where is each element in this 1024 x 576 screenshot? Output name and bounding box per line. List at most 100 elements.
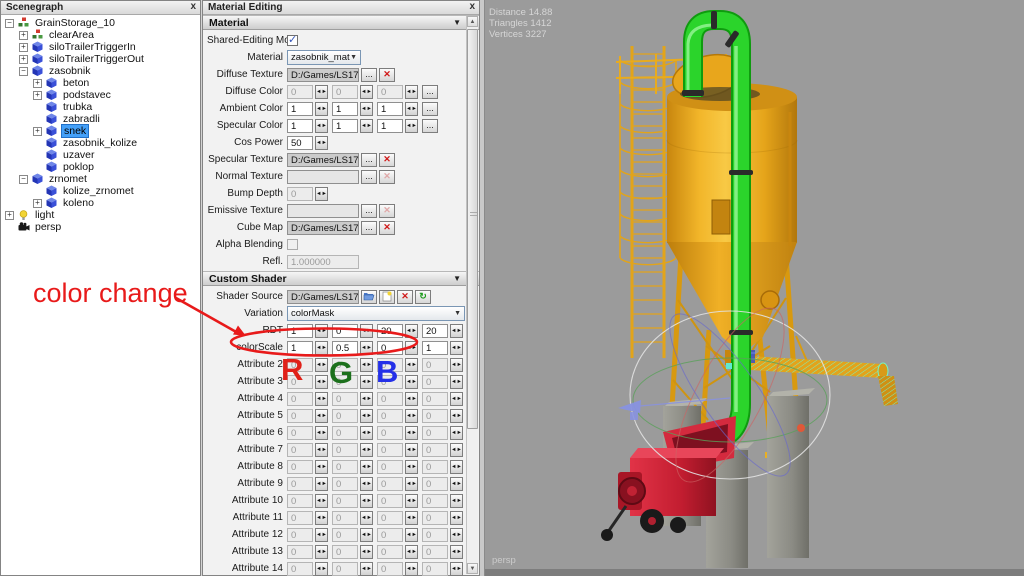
value-field[interactable]: 0 [332, 494, 358, 508]
tree-item-beton[interactable]: beton [61, 77, 91, 89]
delete-icon[interactable]: ✕ [379, 153, 395, 167]
spinner-buttons[interactable]: ◄► [360, 85, 373, 99]
value-field[interactable]: 0 [377, 562, 403, 576]
spinner-buttons[interactable]: ◄► [360, 119, 373, 133]
value-field[interactable]: 0 [422, 426, 448, 440]
tree-item-koleno[interactable]: koleno [61, 197, 96, 209]
value-field[interactable]: 50 [287, 136, 313, 150]
spinner-buttons[interactable]: ◄► [315, 443, 328, 457]
spinner-buttons[interactable]: ◄► [360, 102, 373, 116]
spinner-buttons[interactable]: ◄► [315, 341, 328, 355]
spinner-buttons[interactable]: ◄► [450, 494, 463, 508]
scroll-up-icon[interactable]: ▲ [467, 16, 478, 27]
spinner-buttons[interactable]: ◄► [360, 545, 373, 559]
value-field[interactable]: 0 [422, 545, 448, 559]
spinner-buttons[interactable]: ◄► [450, 409, 463, 423]
spinner-buttons[interactable]: ◄► [405, 528, 418, 542]
spinner-buttons[interactable]: ◄► [360, 409, 373, 423]
value-field[interactable]: 0 [332, 477, 358, 491]
value-field[interactable]: 0 [377, 375, 403, 389]
texture-path-diffuse-texture[interactable]: D:/Games/LS17/tes [287, 68, 359, 82]
value-field[interactable]: 0 [332, 358, 358, 372]
spinner-buttons[interactable]: ◄► [450, 545, 463, 559]
value-field[interactable]: 0 [332, 409, 358, 423]
spinner-buttons[interactable]: ◄► [360, 562, 373, 576]
value-field[interactable]: 1 [332, 119, 358, 133]
value-field[interactable]: 0 [377, 358, 403, 372]
spinner-buttons[interactable]: ◄► [405, 477, 418, 491]
value-field[interactable]: 0 [287, 375, 313, 389]
custom-shader-section-header[interactable]: Custom Shader ▼ [203, 271, 479, 286]
spinner-buttons[interactable]: ◄► [315, 477, 328, 491]
value-field[interactable]: 0 [287, 85, 313, 99]
value-field[interactable]: 0 [332, 324, 358, 338]
tree-item-grainstorage-10[interactable]: GrainStorage_10 [33, 17, 117, 29]
spinner-buttons[interactable]: ◄► [315, 494, 328, 508]
tree-item-silotrailertriggerout[interactable]: siloTrailerTriggerOut [47, 53, 146, 65]
spinner-buttons[interactable]: ◄► [315, 358, 328, 372]
new-file-icon[interactable] [379, 290, 395, 304]
value-field[interactable]: 0 [332, 460, 358, 474]
value-field[interactable]: 0 [422, 358, 448, 372]
value-field[interactable]: 1 [377, 102, 403, 116]
delete-icon[interactable]: ✕ [379, 221, 395, 235]
spinner-buttons[interactable]: ◄► [405, 409, 418, 423]
value-field[interactable]: 1 [287, 119, 313, 133]
material-scrollbar[interactable]: ▲ ▼ [466, 16, 478, 574]
spinner-buttons[interactable]: ◄► [405, 324, 418, 338]
tree-item-poklop[interactable]: poklop [61, 161, 96, 173]
value-field[interactable]: 0 [287, 511, 313, 525]
spinner-buttons[interactable]: ◄► [405, 460, 418, 474]
value-field[interactable]: 0 [332, 443, 358, 457]
value-field[interactable]: 0 [422, 477, 448, 491]
value-field[interactable]: 0 [422, 409, 448, 423]
spinner-buttons[interactable]: ◄► [360, 426, 373, 440]
spinner-buttons[interactable]: ◄► [360, 341, 373, 355]
spinner-buttons[interactable]: ◄► [360, 528, 373, 542]
value-field[interactable]: 0 [287, 494, 313, 508]
delete-icon[interactable]: ✕ [379, 170, 395, 184]
value-field[interactable]: 0 [287, 392, 313, 406]
texture-path-emissive-texture[interactable] [287, 204, 359, 218]
value-field[interactable]: 1 [287, 324, 313, 338]
spinner-buttons[interactable]: ◄► [405, 375, 418, 389]
texture-path-specular-texture[interactable]: D:/Games/LS17/tes [287, 153, 359, 167]
tree-expander-icon[interactable]: + [19, 43, 28, 52]
tree-item-zasobnik-kolize[interactable]: zasobnik_kolize [61, 137, 139, 149]
browse-button[interactable]: ... [361, 153, 377, 167]
close-icon[interactable]: x [469, 1, 475, 12]
spinner-buttons[interactable]: ◄► [450, 460, 463, 474]
value-field[interactable]: 20 [377, 324, 403, 338]
value-field[interactable]: 0 [332, 375, 358, 389]
value-field[interactable]: 0 [377, 426, 403, 440]
spinner-buttons[interactable]: ◄► [315, 392, 328, 406]
tree-item-persp[interactable]: persp [33, 221, 63, 233]
spinner-buttons[interactable]: ◄► [360, 392, 373, 406]
spinner-buttons[interactable]: ◄► [315, 85, 328, 99]
value-field[interactable]: 1 [287, 341, 313, 355]
spinner-buttons[interactable]: ◄► [360, 494, 373, 508]
value-field[interactable]: 0 [287, 358, 313, 372]
tree-expander-icon[interactable]: − [19, 67, 28, 76]
value-field[interactable]: 0 [287, 460, 313, 474]
value-field[interactable]: 0 [422, 528, 448, 542]
value-field[interactable]: 0 [377, 85, 403, 99]
select-variation[interactable]: colorMask▼ [287, 306, 465, 321]
spinner-buttons[interactable]: ◄► [360, 358, 373, 372]
delete-icon[interactable]: ✕ [397, 290, 413, 304]
tree-item-snek[interactable]: snek [61, 124, 89, 138]
value-field[interactable]: 0 [287, 443, 313, 457]
spinner-buttons[interactable]: ◄► [450, 324, 463, 338]
spinner-buttons[interactable]: ◄► [315, 102, 328, 116]
spinner-buttons[interactable]: ◄► [315, 375, 328, 389]
value-field[interactable]: 0 [422, 511, 448, 525]
value-field[interactable]: 0 [422, 562, 448, 576]
value-field[interactable]: 1 [377, 119, 403, 133]
spinner-buttons[interactable]: ◄► [315, 511, 328, 525]
delete-icon[interactable]: ✕ [379, 204, 395, 218]
value-field[interactable]: 1 [332, 102, 358, 116]
texture-path-normal-texture[interactable] [287, 170, 359, 184]
value-field[interactable]: 0.5 [332, 341, 358, 355]
value-field[interactable]: 0 [287, 562, 313, 576]
tree-expander-icon[interactable]: − [19, 175, 28, 184]
